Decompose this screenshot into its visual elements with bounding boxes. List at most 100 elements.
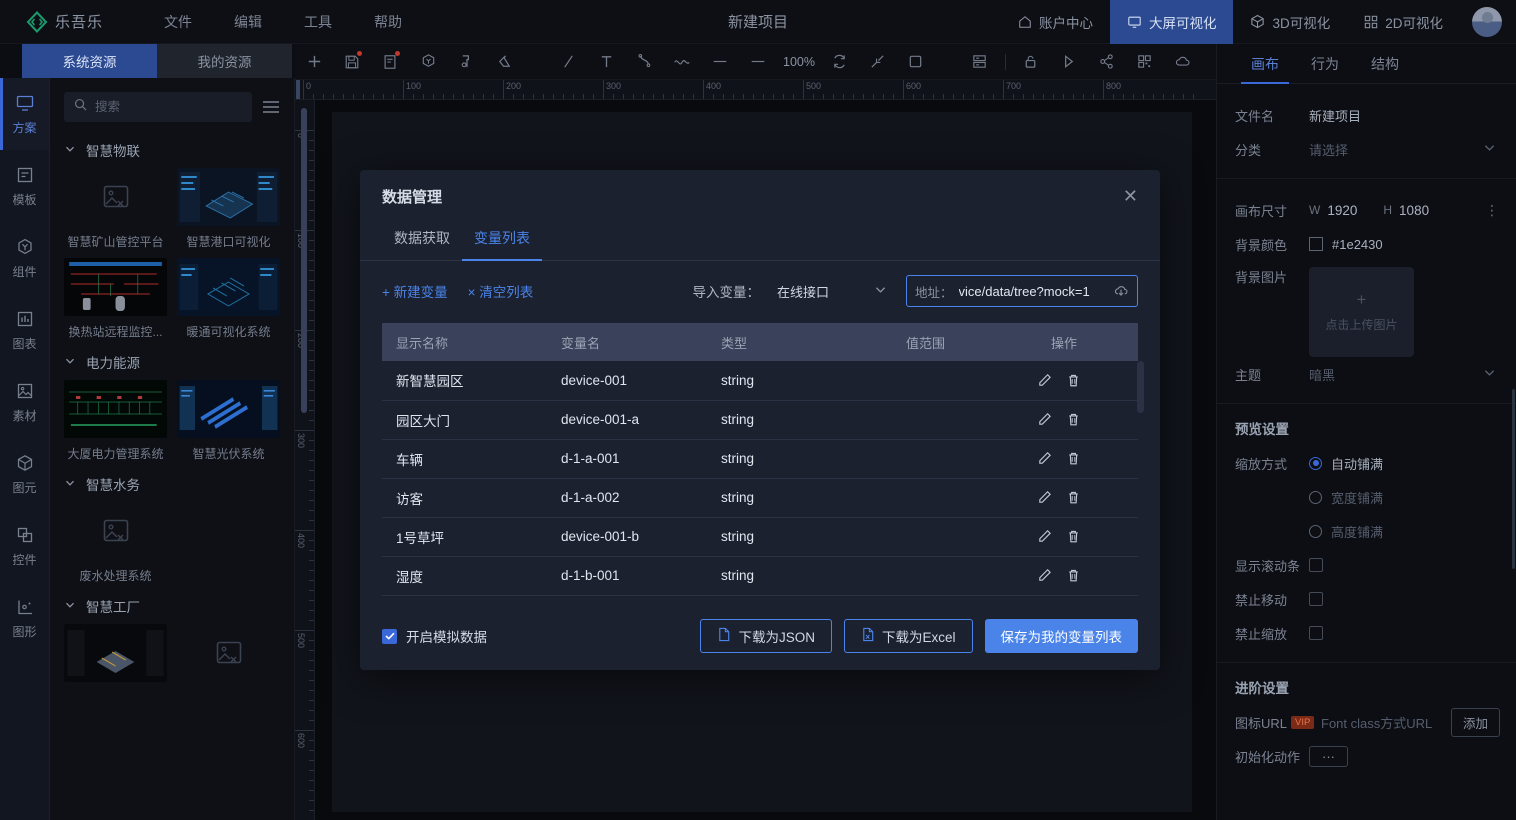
tool-preview-play[interactable] (1050, 44, 1088, 80)
tool-component[interactable] (409, 44, 447, 80)
zoom-level[interactable]: 100% (777, 55, 821, 69)
tool-layers[interactable] (961, 44, 999, 80)
trash-icon[interactable] (1066, 529, 1081, 544)
group-header-factory[interactable]: 智慧工厂 (50, 584, 294, 624)
tab-data-fetch[interactable]: 数据获取 (382, 222, 462, 260)
resource-card[interactable] (64, 624, 167, 689)
color-swatch[interactable] (1309, 237, 1323, 251)
rail-item-material[interactable]: 素材 (0, 366, 49, 438)
tool-save[interactable] (333, 44, 371, 80)
group-header-power[interactable]: 电力能源 (50, 340, 294, 380)
tool-curve[interactable] (625, 44, 663, 80)
table-row[interactable]: 新智慧园区 device-001 string (382, 361, 1138, 401)
table-row[interactable]: 车辆 d-1-a-001 string (382, 439, 1138, 479)
address-input[interactable] (958, 283, 1107, 299)
bgcolor-value[interactable]: #1e2430 (1332, 237, 1383, 252)
tab-structure[interactable]: 结构 (1355, 44, 1415, 84)
resource-card[interactable]: 暖通可视化系统 (177, 258, 280, 340)
menu-item-help[interactable]: 帮助 (374, 12, 402, 32)
table-row[interactable]: 1号草坪 device-001-b string (382, 517, 1138, 557)
checkbox-disable-move[interactable] (1309, 592, 1323, 606)
tab-variable-list[interactable]: 变量列表 (462, 222, 542, 261)
edit-pencil-icon[interactable] (1037, 412, 1052, 427)
edit-pencil-icon[interactable] (1037, 568, 1052, 583)
edit-pencil-icon[interactable] (1037, 490, 1052, 505)
rail-item-component[interactable]: 组件 (0, 222, 49, 294)
resource-card[interactable]: 废水处理系统 (64, 502, 167, 584)
table-scrollbar[interactable] (1137, 361, 1144, 413)
clear-list-link[interactable]: × 清空列表 (468, 281, 534, 301)
trash-icon[interactable] (1066, 490, 1081, 505)
table-row[interactable]: 园区大门 device-001-a string (382, 400, 1138, 440)
trash-icon[interactable] (1066, 451, 1081, 466)
download-excel-button[interactable]: 下载为Excel (843, 619, 973, 653)
tab-my-resource[interactable]: 我的资源 (157, 44, 292, 78)
import-source-select[interactable]: 在线接口 (768, 275, 896, 307)
table-row[interactable]: 湿度 d-1-b-001 string (382, 556, 1138, 596)
download-json-button[interactable]: 下载为JSON (700, 619, 832, 653)
address-field[interactable]: 地址： (906, 275, 1138, 307)
checkbox-disable-zoom[interactable] (1309, 626, 1323, 640)
nav-2d[interactable]: 2D可视化 (1347, 0, 1460, 44)
tool-solid-line[interactable] (739, 44, 777, 80)
category-select[interactable]: 请选择 (1309, 140, 1500, 159)
radio-height-fill[interactable] (1309, 524, 1322, 538)
resource-card[interactable]: 大厦电力管理系统 (64, 380, 167, 462)
trash-icon[interactable] (1066, 412, 1081, 427)
list-icon[interactable] (262, 100, 280, 114)
edit-pencil-icon[interactable] (1037, 529, 1052, 544)
canvas-height-field[interactable]: H 1080 (1383, 203, 1429, 218)
nav-bigscreen[interactable]: 大屏可视化 (1109, 0, 1234, 44)
brand[interactable]: 乐吾乐 (26, 10, 136, 33)
search-input[interactable] (95, 100, 242, 114)
right-panel-scrollbar[interactable] (1512, 389, 1515, 569)
tool-text[interactable] (587, 44, 625, 80)
tool-lock[interactable] (1012, 44, 1050, 80)
avatar[interactable] (1472, 6, 1502, 37)
ruler-horizontal[interactable]: 0 100 200 300 400 500 600 700 800 (295, 80, 1216, 100)
rail-item-widget[interactable]: 控件 (0, 510, 49, 582)
resource-card[interactable]: 智慧矿山管控平台 (64, 168, 167, 250)
filename-value[interactable]: 新建项目 (1309, 106, 1361, 125)
menu-item-tools[interactable]: 工具 (304, 12, 332, 32)
new-variable-link[interactable]: + 新建变量 (382, 281, 448, 301)
tool-wave[interactable] (663, 44, 701, 80)
tool-qrcode[interactable] (1126, 44, 1164, 80)
nav-account-center[interactable]: 账户中心 (1001, 0, 1110, 44)
save-to-my-variables-button[interactable]: 保存为我的变量列表 (984, 619, 1138, 653)
tool-frame[interactable] (897, 44, 935, 80)
checkbox-enable-mock[interactable] (382, 628, 397, 644)
icon-url-placeholder[interactable]: Font class方式URL (1321, 713, 1432, 732)
close-icon[interactable]: ✕ (1123, 187, 1138, 205)
tool-add[interactable] (295, 44, 333, 80)
edit-pencil-icon[interactable] (1037, 373, 1052, 388)
tool-file[interactable] (371, 44, 409, 80)
download-cloud-icon[interactable] (1113, 283, 1129, 299)
menu-item-file[interactable]: 文件 (164, 12, 192, 32)
radio-width-fill[interactable] (1309, 490, 1322, 504)
tab-behavior[interactable]: 行为 (1295, 44, 1355, 84)
upload-image-box[interactable]: + 点击上传图片 (1309, 267, 1414, 357)
resource-card[interactable] (177, 624, 280, 689)
rail-item-shape[interactable]: 图形 (0, 582, 49, 654)
tool-eraser[interactable] (485, 44, 523, 80)
tool-shrink[interactable] (859, 44, 897, 80)
table-row[interactable]: 访客 d-1-a-002 string (382, 478, 1138, 518)
nav-3d[interactable]: 3D可视化 (1233, 0, 1347, 44)
menu-item-edit[interactable]: 编辑 (234, 12, 262, 32)
tool-pen-node[interactable] (447, 44, 485, 80)
tab-system-resource[interactable]: 系统资源 (22, 44, 157, 78)
tool-cloud[interactable] (1164, 44, 1202, 80)
theme-select[interactable]: 暗黑 (1309, 365, 1500, 384)
tool-line[interactable] (549, 44, 587, 80)
add-icon-url-button[interactable]: 添加 (1450, 707, 1500, 737)
init-action-button[interactable]: ··· (1309, 745, 1348, 767)
tab-canvas[interactable]: 画布 (1235, 44, 1295, 84)
rail-item-primitive[interactable]: 图元 (0, 438, 49, 510)
tool-dash-line[interactable] (701, 44, 739, 80)
tool-share[interactable] (1088, 44, 1126, 80)
more-options-icon[interactable]: ⋮ (1485, 203, 1500, 217)
radio-auto-fill[interactable] (1309, 456, 1322, 470)
tool-refresh[interactable] (821, 44, 859, 80)
ruler-vertical[interactable]: 0100200300400500600 (295, 100, 315, 820)
